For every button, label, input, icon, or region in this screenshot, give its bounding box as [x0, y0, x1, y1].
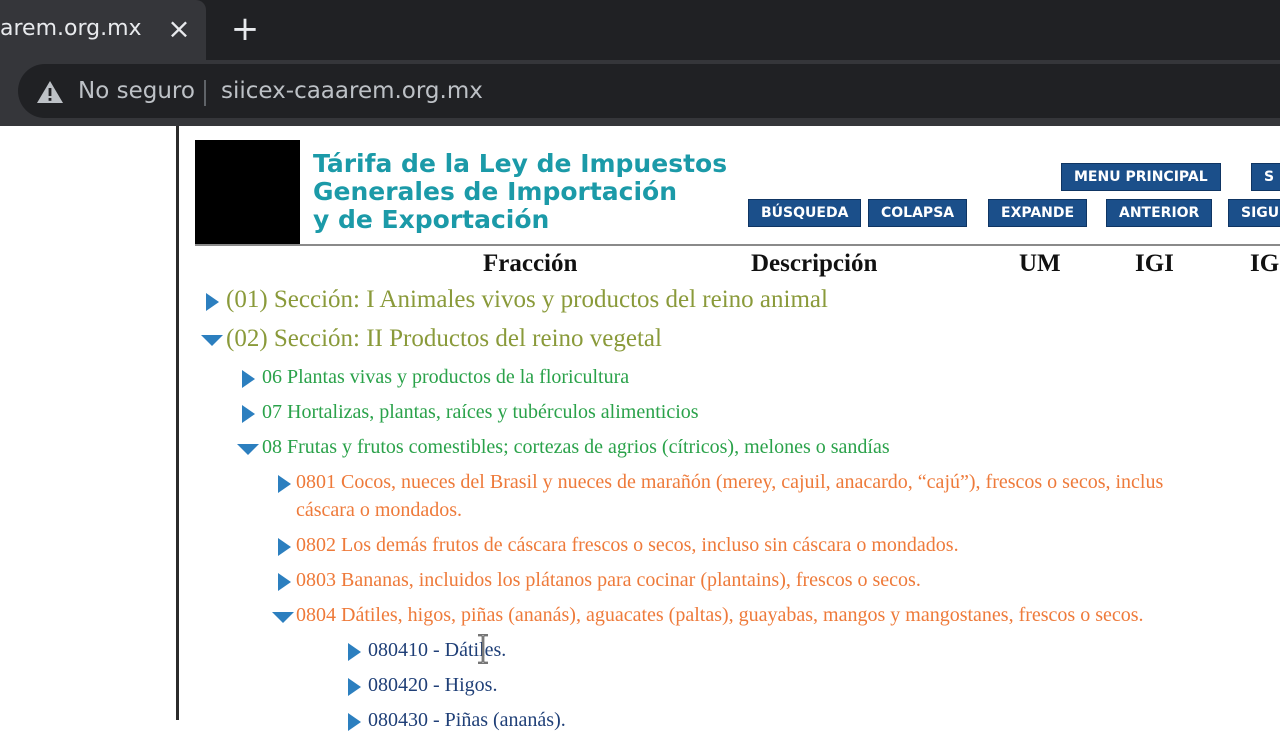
expand-toggle-icon[interactable] [278, 538, 291, 556]
nav-button-top-2[interactable]: S [1251, 163, 1280, 191]
expande-button[interactable]: EXPANDE [988, 199, 1088, 227]
tree-item-subheading-080420[interactable]: 080420 - Higos. [368, 674, 497, 697]
expand-toggle-icon[interactable] [242, 405, 255, 423]
site-title: Tárifa de la Ley de Impuestos Generales … [313, 150, 753, 234]
expand-toggle-icon[interactable] [242, 370, 255, 388]
expand-toggle-icon[interactable] [278, 475, 291, 493]
tree-item-chapter-06[interactable]: 06 Plantas vivas y productos de la flori… [262, 366, 629, 389]
column-header-fraccion: Fracción [483, 250, 578, 277]
site-logo [195, 140, 300, 244]
column-header-descripcion: Descripción [751, 250, 878, 277]
anterior-button[interactable]: ANTERIOR [1106, 199, 1213, 227]
header-divider [195, 244, 1280, 246]
expand-toggle-icon[interactable] [348, 643, 361, 661]
title-line-1: Tárifa de la Ley de Impuestos [313, 149, 728, 178]
address-bar: No seguro siicex-caaarem.org.mx [0, 60, 1280, 126]
title-line-3: y de Exportación [313, 205, 550, 234]
expand-toggle-icon[interactable] [348, 713, 361, 731]
collapse-toggle-icon[interactable] [201, 335, 223, 346]
collapse-toggle-icon[interactable] [272, 612, 294, 623]
warning-icon[interactable] [36, 80, 64, 104]
tree-item-section-02[interactable]: (02) Sección: II Productos del reino veg… [226, 325, 662, 353]
tab-title: arem.org.mx [0, 16, 142, 41]
browser-tab[interactable]: arem.org.mx × [0, 0, 206, 60]
new-tab-icon[interactable]: + [230, 12, 260, 46]
tab-strip: arem.org.mx × + [0, 0, 1280, 60]
omnibox[interactable]: No seguro siicex-caaarem.org.mx [18, 64, 1280, 118]
expand-toggle-icon[interactable] [348, 678, 361, 696]
tree-item-chapter-08[interactable]: 08 Frutas y frutos comestibles; cortezas… [262, 436, 890, 459]
expand-toggle-icon[interactable] [206, 293, 219, 311]
column-header-igi: IGI [1135, 250, 1174, 277]
omnibox-divider [204, 80, 206, 106]
page-border [176, 126, 179, 720]
text-cursor-icon [478, 634, 488, 664]
column-header-um: UM [1019, 250, 1061, 277]
page-left-margin [0, 126, 176, 720]
tab-close-icon[interactable]: × [166, 15, 192, 43]
tree-item-heading-0803[interactable]: 0803 Bananas, incluidos los plátanos par… [296, 569, 921, 592]
title-line-2: Generales de Importación [313, 177, 678, 206]
busqueda-button[interactable]: BÚSQUEDA [748, 199, 862, 227]
siguiente-button[interactable]: SIGU [1228, 199, 1280, 227]
tree-item-heading-0801[interactable]: 0801 Cocos, nueces del Brasil y nueces d… [296, 471, 1163, 494]
menu-principal-button[interactable]: MENU PRINCIPAL [1061, 163, 1221, 191]
url-text[interactable]: siicex-caaarem.org.mx [221, 76, 483, 106]
tree-item-chapter-07[interactable]: 07 Hortalizas, plantas, raíces y tubércu… [262, 401, 699, 424]
tree-item-heading-0804[interactable]: 0804 Dátiles, higos, piñas (ananás), agu… [296, 604, 1144, 627]
column-header-ige: IG [1250, 250, 1280, 277]
collapse-toggle-icon[interactable] [237, 444, 259, 455]
tree-item-heading-0801-cont[interactable]: cáscara o mondados. [296, 499, 462, 522]
tree-item-heading-0802[interactable]: 0802 Los demás frutos de cáscara frescos… [296, 534, 959, 557]
expand-toggle-icon[interactable] [278, 573, 291, 591]
tree-item-subheading-080430[interactable]: 080430 - Piñas (ananás). [368, 709, 566, 732]
colapsa-button[interactable]: COLAPSA [868, 199, 968, 227]
tree-item-section-01[interactable]: (01) Sección: I Animales vivos y product… [226, 286, 828, 314]
security-status[interactable]: No seguro [78, 76, 195, 106]
